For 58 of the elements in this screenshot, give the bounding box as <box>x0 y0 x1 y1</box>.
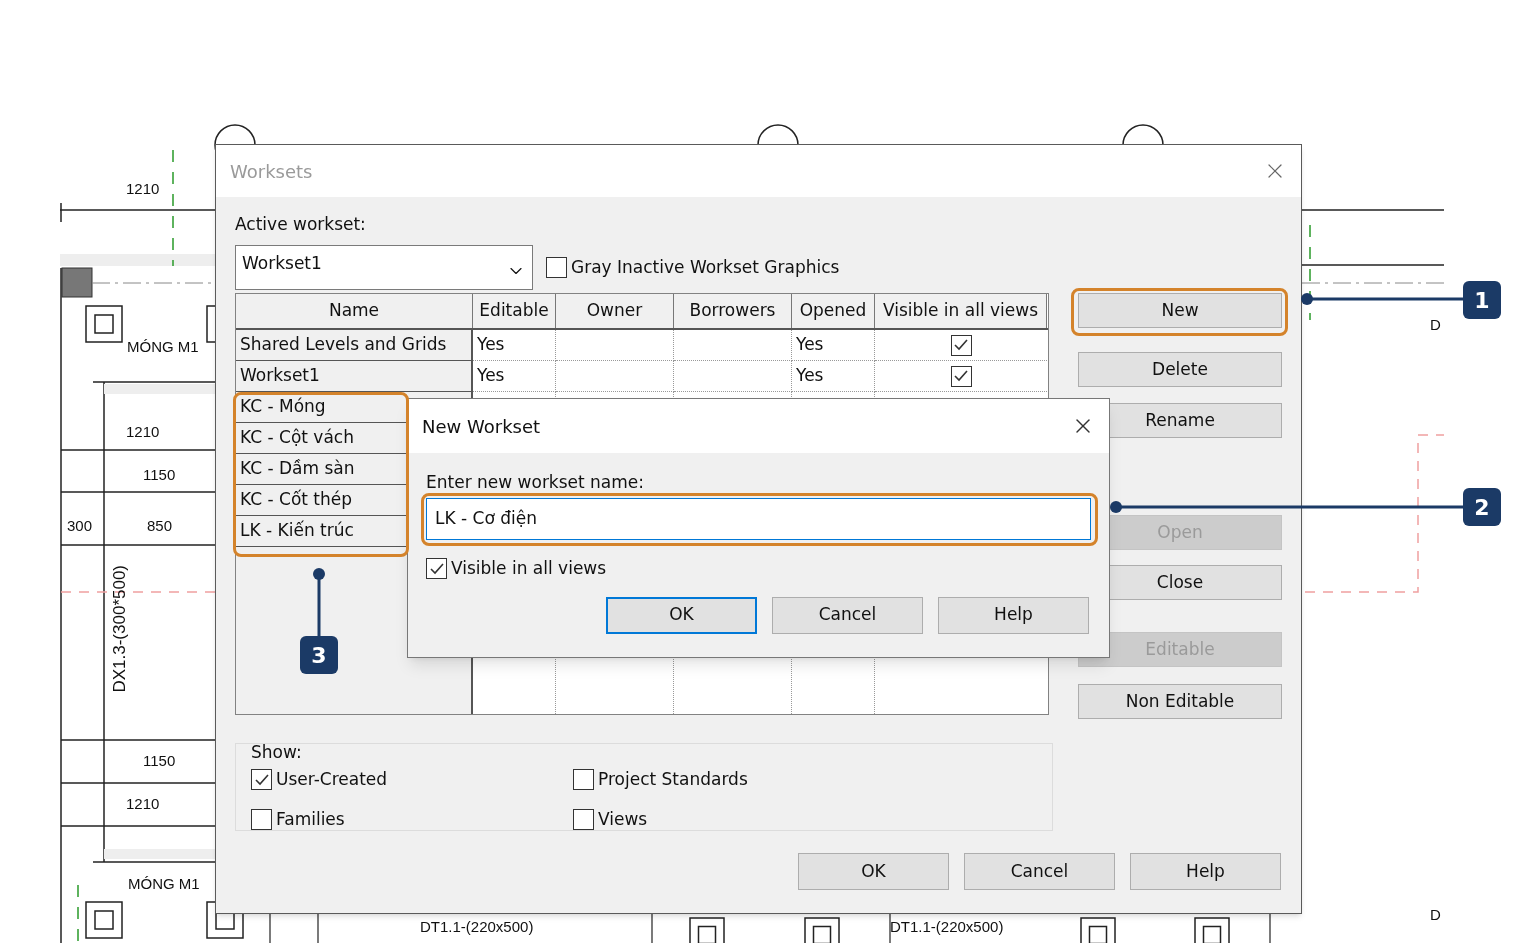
name-input-field[interactable]: LK - Cơ điện <box>426 498 1091 540</box>
checkbox[interactable] <box>950 334 972 356</box>
action-button[interactable]: New <box>1078 293 1282 328</box>
column-header[interactable]: Opened <box>792 294 875 328</box>
dialog-button[interactable]: Cancel <box>772 596 923 634</box>
dimension-label: 1210 <box>126 795 160 813</box>
dimension-label: 850 <box>147 517 173 535</box>
checkbox[interactable] <box>426 558 447 580</box>
dialog-button[interactable]: Help <box>1130 853 1281 890</box>
action-button[interactable]: Delete <box>1078 352 1282 387</box>
checkbox-label: User-Created <box>276 768 388 791</box>
checkbox-label: Project Standards <box>598 768 748 791</box>
checkbox-label: Visible in all views <box>451 557 607 580</box>
field-label: Active workset: <box>235 213 367 236</box>
group-label: Show: <box>251 742 303 762</box>
checkbox[interactable] <box>950 365 972 387</box>
column-header[interactable]: Editable <box>473 294 556 328</box>
table-cell: Yes <box>473 330 556 361</box>
dimension-label: DT1.1-(220x500) <box>890 918 1004 936</box>
dialog-button[interactable]: OK <box>798 853 949 890</box>
column-header[interactable]: Name <box>236 294 473 328</box>
dimension-label: D <box>1430 316 1441 334</box>
checkbox-label: Views <box>598 807 648 831</box>
table-cell: Yes <box>792 361 875 392</box>
dimension-label: MÓNG M1 <box>128 875 200 893</box>
dialog-button[interactable]: OK <box>606 596 757 634</box>
dimension-label: MÓNG M1 <box>127 338 199 356</box>
dimension-label: DT1.1-(220x500) <box>420 918 534 936</box>
callout-badge: 3 <box>300 636 338 674</box>
dimension-label: D <box>1430 906 1441 924</box>
callout-badge: 1 <box>1463 281 1501 319</box>
table-cell: Yes <box>473 361 556 392</box>
dimension-label: 1150 <box>143 752 176 770</box>
dimension-label: DX1.3-(300*500) <box>109 563 131 695</box>
action-button[interactable]: Non Editable <box>1078 684 1282 719</box>
checkbox-label: Families <box>276 807 345 831</box>
column-header[interactable]: Visible in all views <box>875 294 1047 328</box>
leader-line <box>312 567 326 637</box>
table-cell[interactable]: Shared Levels and Grids <box>236 330 473 361</box>
dimension-label: 1210 <box>126 180 160 198</box>
dimension-label: 1210 <box>126 423 160 441</box>
checkbox-label: Gray Inactive Workset Graphics <box>571 255 840 279</box>
table-cell: Yes <box>792 330 875 361</box>
dialog-button[interactable]: Cancel <box>964 853 1115 890</box>
dimension-label: 1150 <box>143 466 176 484</box>
checkbox[interactable] <box>251 769 272 791</box>
checkbox[interactable] <box>251 808 272 830</box>
dialog-button[interactable]: Help <box>938 596 1089 634</box>
checkbox[interactable] <box>573 808 594 830</box>
column-header[interactable]: Owner <box>556 294 674 328</box>
callout-badge: 2 <box>1463 488 1501 526</box>
table-cell[interactable]: Workset1 <box>236 361 473 392</box>
dimension-label: 300 <box>67 517 93 535</box>
window-title: Worksets <box>230 159 313 184</box>
workset-dropdown[interactable]: Workset1 <box>235 245 533 290</box>
column-header[interactable]: Borrowers <box>674 294 792 328</box>
checkbox[interactable] <box>546 257 567 278</box>
checkbox[interactable] <box>573 769 594 791</box>
